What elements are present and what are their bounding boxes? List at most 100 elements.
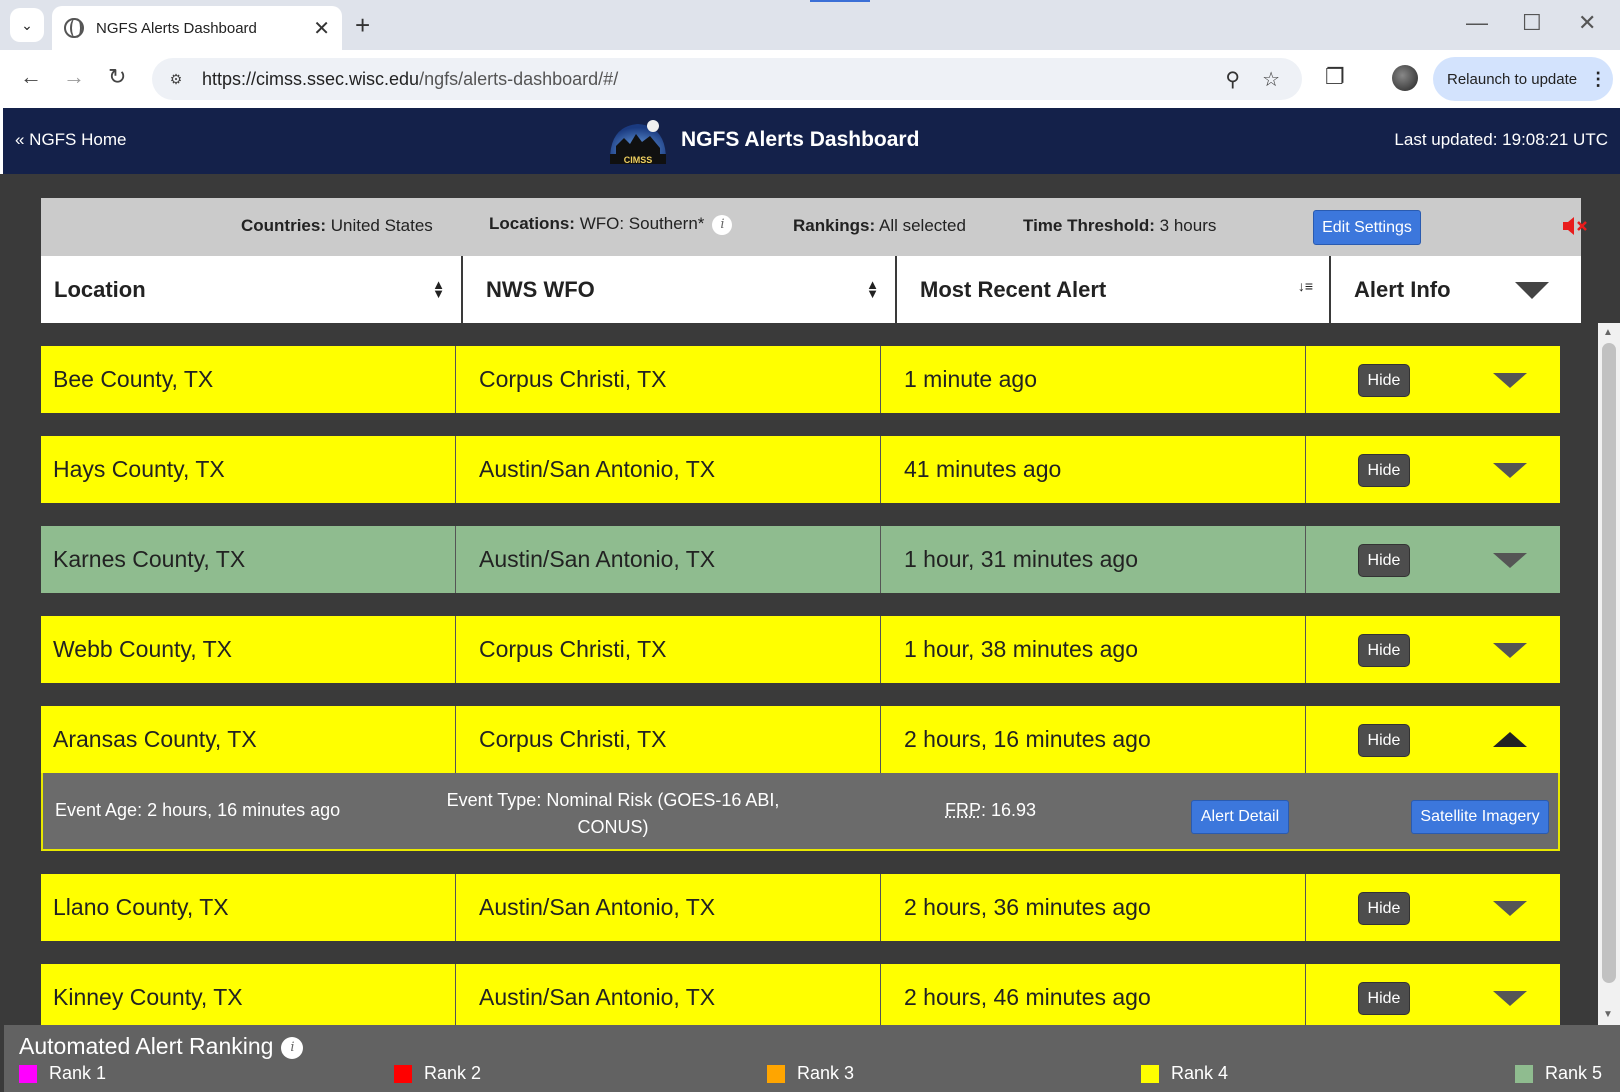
- maximize-icon[interactable]: ☐: [1522, 10, 1542, 36]
- location-cell: Llano County, TX: [41, 874, 456, 941]
- profile-avatar[interactable]: [1392, 65, 1418, 91]
- mute-icon[interactable]: [1561, 214, 1591, 238]
- site-settings-icon[interactable]: ⚙: [164, 67, 188, 91]
- column-header-label: NWS WFO: [486, 276, 595, 302]
- location-cell: Kinney County, TX: [41, 964, 456, 1031]
- minimize-icon[interactable]: —: [1466, 10, 1488, 36]
- column-header-most-recent-alert[interactable]: Most Recent Alert ↓≡: [897, 256, 1331, 323]
- column-header-location[interactable]: Location ▲ ▼: [41, 256, 463, 323]
- threshold-value: 3 hours: [1159, 216, 1217, 235]
- tab-search-button[interactable]: ⌄: [10, 8, 44, 42]
- frp-abbr: FRP: [945, 800, 981, 820]
- ngfs-home-link[interactable]: « NGFS Home: [15, 130, 126, 150]
- table-row[interactable]: Karnes County, TX Austin/San Antonio, TX 1…: [41, 526, 1560, 593]
- zoom-icon[interactable]: ⚲: [1225, 67, 1240, 92]
- page-title: NGFS Alerts Dashboard: [681, 128, 920, 151]
- alert-time-cell: 1 hour, 38 minutes ago: [881, 616, 1306, 683]
- collapse-caret-icon[interactable]: [1493, 732, 1527, 747]
- expand-caret-icon[interactable]: [1493, 901, 1527, 916]
- edit-settings-button[interactable]: Edit Settings: [1313, 210, 1421, 245]
- ranking-legend: Automated Alert Ranking i Rank 1 Rank 2 Ran…: [4, 1025, 1620, 1092]
- scroll-down-icon[interactable]: ▼: [1603, 1009, 1613, 1020]
- column-header-wfo[interactable]: NWS WFO ▲ ▼: [463, 256, 897, 323]
- locations-value: WFO: Southern*: [579, 214, 705, 233]
- wfo-cell: Austin/San Antonio, TX: [456, 964, 881, 1031]
- rankings-setting: Rankings: All selected: [793, 216, 966, 236]
- hide-button[interactable]: Hide: [1358, 634, 1410, 667]
- logo-text: CIMSS: [624, 155, 653, 165]
- table-row[interactable]: Webb County, TX Corpus Christi, TX 1 hour,…: [41, 616, 1560, 683]
- expand-caret-icon[interactable]: [1493, 463, 1527, 478]
- window-close-icon[interactable]: ✕: [1578, 10, 1596, 36]
- forward-arrow-icon[interactable]: →: [63, 64, 85, 90]
- legend-swatch: [19, 1064, 37, 1083]
- column-header-alert-info[interactable]: Alert Info: [1331, 256, 1581, 323]
- hide-button[interactable]: Hide: [1358, 724, 1410, 757]
- table-row[interactable]: Kinney County, TX Austin/San Antonio, TX 2…: [41, 964, 1560, 1031]
- expand-all-icon[interactable]: [1515, 282, 1549, 299]
- table-row[interactable]: Aransas County, TX Corpus Christi, TX 2 ho…: [41, 706, 1560, 773]
- hide-button[interactable]: Hide: [1358, 982, 1410, 1015]
- legend-swatch: [394, 1064, 412, 1083]
- relaunch-label: Relaunch to update: [1447, 70, 1578, 88]
- legend-item-rank-5: Rank 5: [1515, 1063, 1602, 1084]
- expand-caret-icon[interactable]: [1493, 553, 1527, 568]
- legend-swatch: [1141, 1064, 1159, 1083]
- more-menu-icon[interactable]: ⋮: [1589, 69, 1607, 90]
- extensions-icon[interactable]: ❐: [1325, 64, 1345, 90]
- address-bar[interactable]: ⚙ https://cimss.ssec.wisc.edu/ngfs/alert…: [152, 58, 1302, 100]
- hide-button[interactable]: Hide: [1358, 544, 1410, 577]
- sort-icon[interactable]: ▲ ▼: [866, 278, 879, 300]
- expand-caret-icon[interactable]: [1493, 373, 1527, 388]
- location-cell: Karnes County, TX: [41, 526, 456, 593]
- wfo-cell: Austin/San Antonio, TX: [456, 526, 881, 593]
- legend-item-rank-3: Rank 3: [767, 1063, 854, 1084]
- expand-caret-icon[interactable]: [1493, 643, 1527, 658]
- relaunch-button[interactable]: Relaunch to update ⋮: [1433, 57, 1613, 101]
- scroll-up-icon[interactable]: ▲: [1603, 327, 1613, 338]
- location-cell: Aransas County, TX: [41, 706, 456, 773]
- legend-item-rank-4: Rank 4: [1141, 1063, 1228, 1084]
- hide-button[interactable]: Hide: [1358, 454, 1410, 487]
- alert-time-cell: 2 hours, 16 minutes ago: [881, 706, 1306, 773]
- legend-swatch: [1515, 1064, 1533, 1083]
- sort-descending-icon[interactable]: ↓≡: [1298, 278, 1313, 294]
- alert-info-cell: Hide: [1306, 526, 1560, 593]
- hide-button[interactable]: Hide: [1358, 364, 1410, 397]
- frp-value: FRP: 16.93: [945, 800, 1036, 821]
- alert-info-cell: Hide: [1306, 964, 1560, 1031]
- satellite-imagery-button[interactable]: Satellite Imagery: [1411, 800, 1549, 834]
- scrollbar[interactable]: ▲ ▼: [1598, 323, 1620, 1025]
- legend-label: Rank 2: [424, 1063, 482, 1083]
- bookmark-star-icon[interactable]: ☆: [1262, 67, 1280, 92]
- column-header-label: Most Recent Alert: [920, 276, 1107, 302]
- hide-button[interactable]: Hide: [1358, 892, 1410, 925]
- event-age: Event Age: 2 hours, 16 minutes ago: [55, 800, 341, 820]
- wfo-cell: Corpus Christi, TX: [456, 616, 881, 683]
- countries-value: United States: [330, 216, 433, 235]
- info-icon[interactable]: i: [281, 1036, 304, 1059]
- sort-icon[interactable]: ▲ ▼: [432, 278, 445, 300]
- table-row[interactable]: Llano County, TX Austin/San Antonio, TX 2 …: [41, 874, 1560, 941]
- back-arrow-icon[interactable]: ←: [20, 64, 42, 90]
- chevron-down-icon: ⌄: [21, 16, 33, 33]
- location-cell: Hays County, TX: [41, 436, 456, 503]
- wfo-cell: Austin/San Antonio, TX: [456, 874, 881, 941]
- table-row[interactable]: Hays County, TX Austin/San Antonio, TX 41 …: [41, 436, 1560, 503]
- url-text[interactable]: https://cimss.ssec.wisc.edu/ngfs/alerts-…: [202, 69, 1225, 90]
- tab-accent-line: [810, 0, 870, 2]
- scroll-thumb[interactable]: [1602, 343, 1616, 983]
- tab-close-icon[interactable]: ✕: [313, 16, 330, 41]
- legend-swatch: [767, 1064, 785, 1083]
- reload-icon[interactable]: ↻: [108, 64, 126, 90]
- alert-detail-button[interactable]: Alert Detail: [1191, 800, 1289, 834]
- frp-number: : 16.93: [981, 800, 1037, 820]
- info-icon[interactable]: i: [712, 214, 733, 235]
- new-tab-icon[interactable]: +: [355, 10, 370, 41]
- wfo-cell: Austin/San Antonio, TX: [456, 436, 881, 503]
- event-type: Event Type: Nominal Risk (GOES-16 ABI, C…: [446, 790, 780, 837]
- alert-time-cell: 2 hours, 46 minutes ago: [881, 964, 1306, 1031]
- expand-caret-icon[interactable]: [1493, 991, 1527, 1006]
- browser-tab-active[interactable]: NGFS Alerts Dashboard ✕: [52, 6, 342, 50]
- table-row[interactable]: Bee County, TX Corpus Christi, TX 1 minute…: [41, 346, 1560, 413]
